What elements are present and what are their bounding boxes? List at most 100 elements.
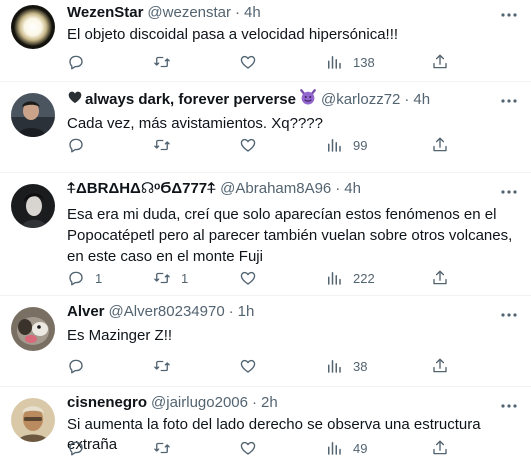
- share-icon: [433, 137, 447, 152]
- tweet[interactable]: ⍏ΔBRΔHΔ☊ᵒϬΔ777⍏ @Abraham8A96 · 4h Esa er…: [0, 173, 531, 296]
- retweet-icon: [154, 56, 170, 68]
- heart-icon: [240, 441, 256, 455]
- view-count: 222: [353, 270, 375, 286]
- avatar[interactable]: [11, 307, 55, 351]
- reply-button[interactable]: 1: [67, 268, 102, 288]
- view-count: 49: [353, 440, 368, 456]
- tweet[interactable]: WezenStar @wezenstar · 4h El objeto disc…: [0, 0, 531, 82]
- heart-icon: [240, 55, 256, 69]
- share-button[interactable]: [431, 268, 449, 288]
- user-handle[interactable]: @Abraham8A96: [220, 179, 331, 199]
- views-chart-icon: [328, 360, 341, 373]
- user-handle[interactable]: @wezenstar: [147, 3, 231, 23]
- retweet-icon: [154, 442, 170, 454]
- views-chart-icon: [328, 442, 341, 455]
- tweet[interactable]: always dark, forever perverse @karlozz72…: [0, 82, 531, 173]
- share-icon: [433, 54, 447, 69]
- reply-icon: [69, 138, 83, 153]
- black-heart-icon: [67, 89, 83, 111]
- user-handle[interactable]: @jairlugo2006: [151, 393, 248, 413]
- share-icon: [433, 440, 447, 455]
- user-handle[interactable]: @karlozz72: [321, 90, 400, 110]
- reply-icon: [69, 271, 83, 286]
- retweet-icon: [154, 360, 170, 372]
- share-icon: [433, 358, 447, 373]
- separator-dot: ·: [252, 394, 257, 411]
- heart-icon: [240, 138, 256, 152]
- avatar[interactable]: [11, 5, 55, 49]
- views-button[interactable]: 49: [325, 438, 367, 458]
- tweet-header: Alver @Alver80234970 · 1h: [67, 302, 521, 322]
- tweet[interactable]: Alver @Alver80234970 · 1h Es Mazinger Z!…: [0, 296, 531, 387]
- retweet-button[interactable]: [153, 438, 181, 458]
- tweet-actions: 138: [67, 52, 531, 72]
- timestamp[interactable]: 4h: [413, 90, 430, 110]
- separator-dot: ·: [235, 4, 241, 21]
- tweet-text: El objeto discoidal pasa a velocidad hip…: [67, 26, 399, 43]
- timestamp[interactable]: 1h: [238, 302, 255, 322]
- tweet-actions: 38: [67, 356, 531, 376]
- like-button[interactable]: [239, 135, 267, 155]
- retweet-button[interactable]: [153, 52, 181, 72]
- display-name[interactable]: ⍏ΔBRΔHΔ☊ᵒϬΔ777⍏: [67, 179, 216, 199]
- more-options-icon[interactable]: [499, 5, 519, 25]
- views-button[interactable]: 38: [325, 356, 367, 376]
- more-options-icon[interactable]: [499, 91, 519, 111]
- views-button[interactable]: 138: [325, 52, 375, 72]
- reply-button[interactable]: [67, 356, 95, 376]
- heart-icon: [240, 271, 256, 285]
- retweet-count: 1: [181, 270, 189, 286]
- display-name[interactable]: Alver: [67, 302, 105, 322]
- reply-icon: [69, 359, 83, 374]
- tweet-actions: 49: [67, 438, 531, 458]
- view-count: 138: [353, 54, 375, 70]
- display-name[interactable]: WezenStar: [67, 3, 143, 23]
- display-name[interactable]: cisnenegro: [67, 393, 147, 413]
- timestamp[interactable]: 4h: [244, 3, 261, 23]
- tweet-text: Es Mazinger Z!!: [67, 327, 173, 344]
- views-button[interactable]: 222: [325, 268, 375, 288]
- reply-button[interactable]: [67, 52, 95, 72]
- views-chart-icon: [328, 56, 341, 69]
- views-chart-icon: [328, 139, 341, 152]
- like-button[interactable]: [239, 52, 267, 72]
- like-button[interactable]: [239, 438, 267, 458]
- reply-icon: [69, 441, 83, 456]
- views-button[interactable]: 99: [325, 135, 367, 155]
- avatar[interactable]: [11, 184, 55, 228]
- retweet-icon: [154, 272, 170, 284]
- retweet-button[interactable]: 1: [153, 268, 188, 288]
- tweet[interactable]: cisnenegro @jairlugo2006 · 2h Si aumenta…: [0, 387, 531, 466]
- like-button[interactable]: [239, 268, 267, 288]
- purple-devil-emoji-icon: [299, 88, 317, 112]
- timestamp[interactable]: 2h: [261, 393, 278, 413]
- view-count: 99: [353, 137, 368, 153]
- separator-dot: ·: [404, 91, 410, 108]
- more-options-icon[interactable]: [499, 305, 519, 325]
- timestamp[interactable]: 4h: [344, 179, 361, 199]
- views-chart-icon: [328, 272, 341, 285]
- reply-button[interactable]: [67, 438, 95, 458]
- view-count: 38: [353, 358, 368, 374]
- tweet-actions: 99: [67, 135, 531, 155]
- avatar[interactable]: [11, 93, 55, 137]
- tweet-text: Cada vez, más avistamientos. Xq????: [67, 115, 323, 132]
- retweet-button[interactable]: [153, 135, 181, 155]
- retweet-icon: [154, 139, 170, 151]
- share-button[interactable]: [431, 135, 449, 155]
- more-options-icon[interactable]: [499, 396, 519, 416]
- share-button[interactable]: [431, 438, 449, 458]
- heart-icon: [240, 359, 256, 373]
- retweet-button[interactable]: [153, 356, 181, 376]
- share-button[interactable]: [431, 356, 449, 376]
- tweet-header: ⍏ΔBRΔHΔ☊ᵒϬΔ777⍏ @Abraham8A96 · 4h: [67, 179, 521, 199]
- user-handle[interactable]: @Alver80234970: [109, 302, 225, 322]
- like-button[interactable]: [239, 356, 267, 376]
- avatar[interactable]: [11, 398, 55, 442]
- reply-button[interactable]: [67, 135, 95, 155]
- share-icon: [433, 270, 447, 285]
- reply-count: 1: [95, 270, 103, 286]
- share-button[interactable]: [431, 52, 449, 72]
- more-options-icon[interactable]: [499, 182, 519, 202]
- display-name[interactable]: always dark, forever perverse: [85, 90, 296, 110]
